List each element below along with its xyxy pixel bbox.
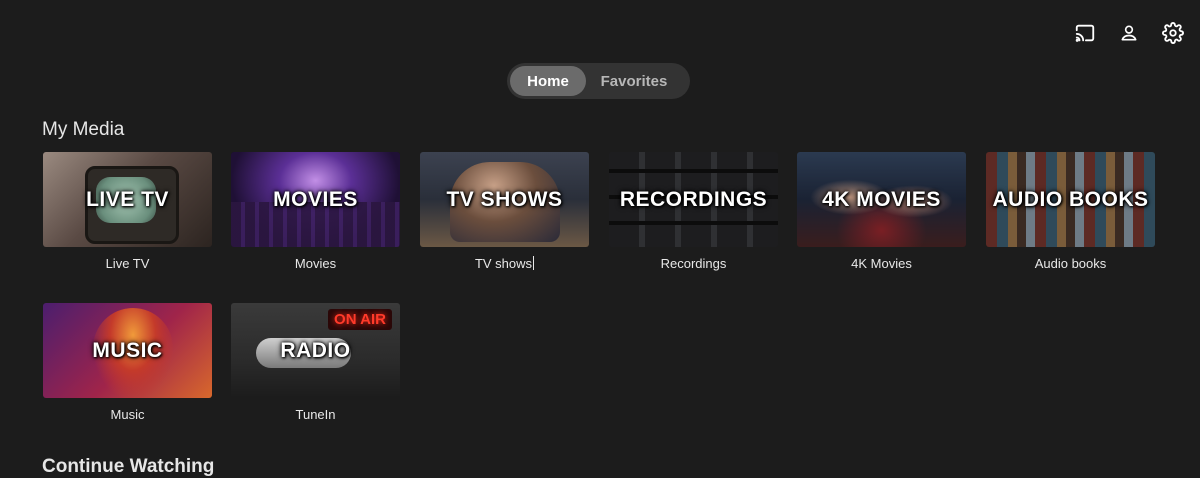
tile-overlay-text: RADIO	[280, 338, 351, 362]
home-favorites-toggle: Home Favorites	[507, 63, 690, 99]
continue-watching-heading: Continue Watching	[42, 456, 215, 477]
music-thumbnail: MUSIC	[43, 303, 212, 398]
text-cursor	[533, 256, 535, 270]
user-icon	[1121, 25, 1137, 41]
tile-overlay-text: 4K MOVIES	[822, 187, 941, 211]
tile-label: Music	[110, 407, 145, 422]
tile-overlay-text: MOVIES	[273, 187, 358, 211]
recordings-thumbnail: RECORDINGS	[609, 152, 778, 247]
top-actions	[1072, 20, 1186, 46]
radio-thumbnail: ON AIR RADIO	[231, 303, 400, 398]
media-tile-audio-books[interactable]: AUDIO BOOKS Audio books	[986, 152, 1155, 271]
tile-label: Live TV	[105, 256, 150, 271]
tab-home[interactable]: Home	[510, 66, 586, 96]
settings-button[interactable]	[1160, 20, 1186, 46]
tile-label: Recordings	[660, 256, 727, 271]
cast-button[interactable]	[1072, 20, 1098, 46]
tile-overlay-text: AUDIO BOOKS	[992, 187, 1149, 211]
my-media-heading: My Media	[42, 119, 125, 140]
user-button[interactable]	[1116, 20, 1142, 46]
tile-label: TV shows	[474, 256, 533, 271]
media-tile-live-tv[interactable]: LIVE TV Live TV	[43, 152, 212, 271]
cast-icon	[1075, 24, 1095, 42]
tile-overlay-text: RECORDINGS	[619, 187, 768, 211]
media-tile-radio[interactable]: ON AIR RADIO TuneIn	[231, 303, 400, 422]
movies-thumbnail: MOVIES	[231, 152, 400, 247]
tile-overlay-text: LIVE TV	[86, 187, 169, 211]
gear-icon	[1162, 22, 1184, 44]
media-tile-recordings[interactable]: RECORDINGS Recordings	[609, 152, 778, 271]
tab-favorites[interactable]: Favorites	[586, 66, 682, 96]
4k-movies-thumbnail: 4K MOVIES	[797, 152, 966, 247]
media-tile-music[interactable]: MUSIC Music	[43, 303, 212, 422]
media-tile-movies[interactable]: MOVIES Movies	[231, 152, 400, 271]
tile-overlay-text: TV SHOWS	[446, 187, 563, 211]
tile-label-wrap: TV shows	[420, 256, 589, 271]
audio-books-thumbnail: AUDIO BOOKS	[986, 152, 1155, 247]
media-tile-4k-movies[interactable]: 4K MOVIES 4K Movies	[797, 152, 966, 271]
tile-label: Audio books	[1034, 256, 1107, 271]
tile-label: Movies	[294, 256, 337, 271]
live-tv-thumbnail: LIVE TV	[43, 152, 212, 247]
on-air-sign: ON AIR	[328, 309, 392, 330]
tile-label: TuneIn	[295, 407, 336, 422]
tile-overlay-text: MUSIC	[92, 338, 163, 362]
tv-shows-thumbnail: TV SHOWS	[420, 152, 589, 247]
media-tile-tv-shows[interactable]: TV SHOWS TV shows	[420, 152, 589, 271]
tile-label: 4K Movies	[851, 256, 912, 271]
